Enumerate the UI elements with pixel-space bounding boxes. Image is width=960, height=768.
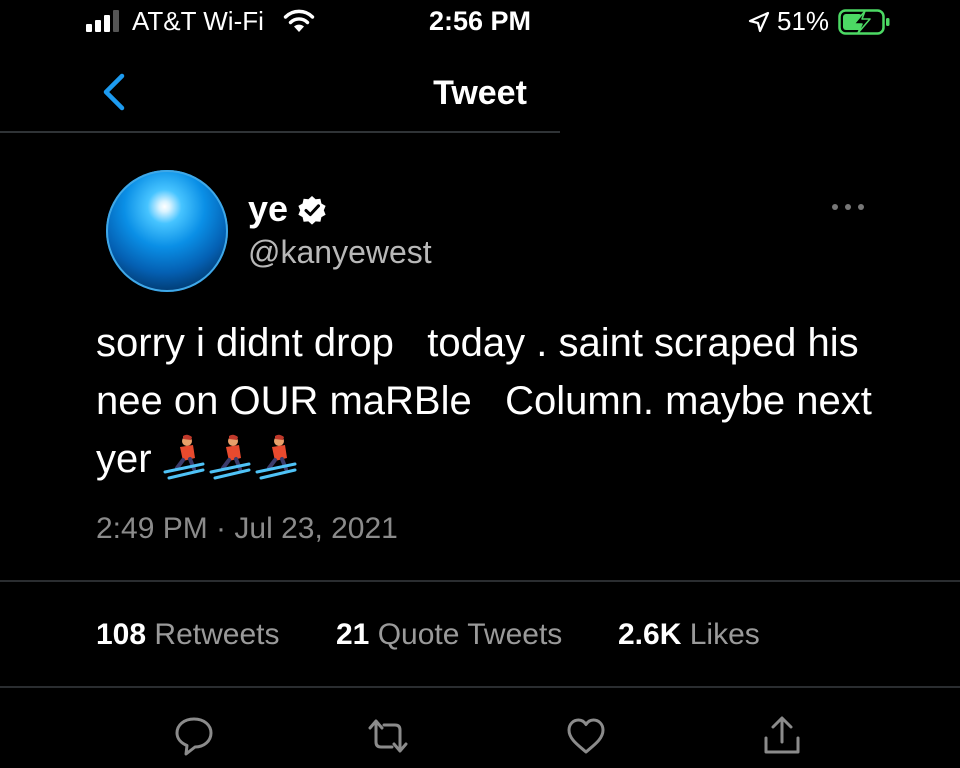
- likes-stat[interactable]: 2.6K Likes: [618, 618, 760, 652]
- back-button[interactable]: [98, 72, 132, 112]
- location-arrow-icon: [748, 11, 770, 33]
- header-divider: [0, 131, 560, 133]
- like-icon[interactable]: [564, 714, 608, 758]
- skier-emoji-icon: [209, 434, 251, 480]
- retweets-count: 108: [96, 618, 147, 651]
- avatar[interactable]: [106, 170, 228, 292]
- user-handle[interactable]: @kanyewest: [248, 234, 432, 271]
- tweet-screen: AT&T Wi-Fi 2:56 PM 51% Tweet ye @kanyewe…: [0, 0, 960, 768]
- quote-tweets-stat[interactable]: 21 Quote Tweets: [336, 618, 562, 652]
- retweet-icon[interactable]: [366, 714, 410, 758]
- cellular-signal-icon: [86, 10, 119, 32]
- display-name[interactable]: ye: [248, 188, 288, 230]
- quote-tweets-label: Quote Tweets: [377, 618, 563, 651]
- likes-label: Likes: [689, 618, 760, 651]
- status-bar: AT&T Wi-Fi 2:56 PM 51%: [0, 0, 960, 48]
- share-icon[interactable]: [760, 714, 804, 758]
- battery-percent: 51%: [777, 6, 830, 36]
- navigation-bar: Tweet: [0, 48, 960, 132]
- verified-badge-icon: [298, 196, 326, 225]
- reply-icon[interactable]: [172, 714, 216, 758]
- tweet-timestamp[interactable]: 2:49 PM · Jul 23, 2021: [96, 512, 398, 546]
- retweets-label: Retweets: [154, 618, 280, 651]
- carrier-label: AT&T Wi-Fi: [132, 6, 264, 36]
- page-title: Tweet: [433, 74, 527, 112]
- likes-count: 2.6K: [618, 618, 682, 651]
- tweet-text: sorry i didnt drop today . saint scraped…: [96, 314, 916, 488]
- more-options-icon[interactable]: [830, 200, 866, 214]
- divider: [0, 580, 960, 582]
- quote-tweets-count: 21: [336, 618, 370, 651]
- wifi-icon: [283, 9, 315, 32]
- divider: [0, 686, 960, 688]
- skier-emoji-icon: [255, 434, 297, 480]
- battery-charging-icon: [838, 9, 890, 35]
- skier-emoji-icon: [163, 434, 205, 480]
- retweets-stat[interactable]: 108 Retweets: [96, 618, 279, 652]
